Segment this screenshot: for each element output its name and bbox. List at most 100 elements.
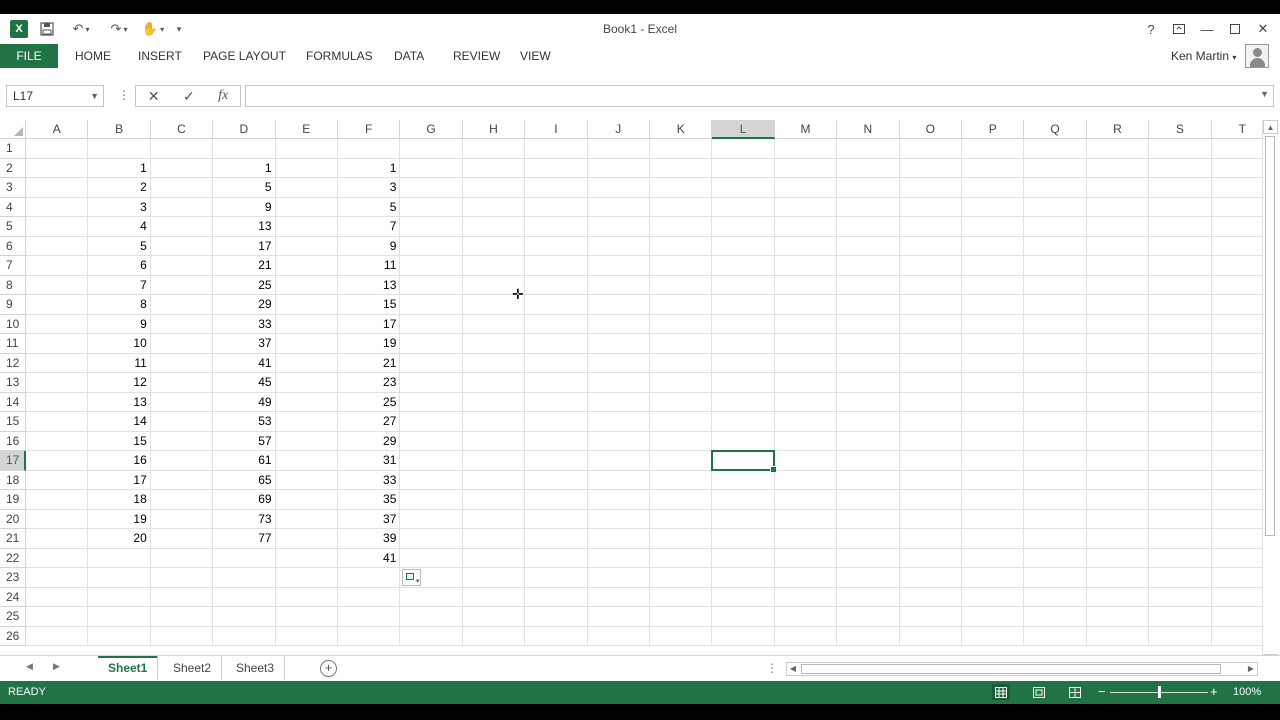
cell-j4[interactable] — [587, 197, 650, 217]
cell-m5[interactable] — [774, 217, 838, 237]
cell-n4[interactable] — [837, 197, 900, 217]
cell-f5[interactable]: 7 — [338, 217, 401, 237]
cell-g19[interactable] — [400, 490, 463, 510]
cell-n14[interactable] — [837, 392, 900, 412]
cell-n2[interactable] — [837, 158, 900, 178]
cell-t5[interactable] — [1211, 217, 1262, 237]
cell-t11[interactable] — [1211, 334, 1262, 354]
sheet-tab-sheet2[interactable]: Sheet2 — [163, 656, 223, 680]
cell-c25[interactable] — [150, 607, 214, 627]
cell-g20[interactable] — [400, 509, 463, 529]
cell-h23[interactable] — [462, 568, 526, 588]
cell-i22[interactable] — [525, 548, 588, 568]
cell-j20[interactable] — [587, 509, 650, 529]
cell-i13[interactable] — [525, 373, 588, 393]
cell-o21[interactable] — [899, 529, 962, 549]
cell-r14[interactable] — [1086, 392, 1150, 412]
row-header-18[interactable]: 18 — [0, 470, 26, 490]
cell-r25[interactable] — [1086, 607, 1150, 627]
cell-e16[interactable] — [275, 431, 338, 451]
cell-p22[interactable] — [962, 548, 1025, 568]
zoom-level[interactable]: 100% — [1233, 686, 1261, 698]
cell-g4[interactable] — [400, 197, 463, 217]
cell-q20[interactable] — [1024, 509, 1087, 529]
tab-formulas[interactable]: FORMULAS — [306, 49, 373, 63]
cell-n23[interactable] — [837, 568, 900, 588]
cell-t2[interactable] — [1211, 159, 1262, 178]
tab-data[interactable]: DATA — [394, 49, 424, 63]
cell-t7[interactable] — [1211, 256, 1262, 276]
cell-q15[interactable] — [1024, 412, 1087, 432]
cell-c16[interactable] — [150, 431, 214, 451]
cell-h10[interactable] — [462, 314, 526, 334]
cell-n9[interactable] — [837, 295, 900, 315]
cell-g11[interactable] — [400, 334, 463, 354]
cell-e19[interactable] — [275, 490, 338, 510]
cell-c13[interactable] — [150, 373, 214, 393]
close-icon[interactable]: ✕ — [1252, 20, 1274, 38]
cell-j19[interactable] — [587, 490, 650, 510]
row-header-10[interactable]: 10 — [0, 314, 26, 334]
cell-f21[interactable]: 39 — [338, 529, 401, 549]
row-header-22[interactable]: 22 — [0, 548, 26, 568]
cell-a25[interactable] — [26, 607, 89, 627]
cell-l12[interactable] — [712, 353, 775, 373]
cell-o1[interactable] — [899, 139, 962, 159]
cell-m12[interactable] — [774, 353, 838, 373]
cell-h18[interactable] — [462, 470, 526, 490]
cell-c19[interactable] — [150, 490, 214, 510]
cell-i6[interactable] — [525, 236, 588, 256]
cell-h26[interactable] — [462, 626, 526, 646]
cell-h24[interactable] — [462, 587, 526, 607]
cell-c20[interactable] — [150, 509, 214, 529]
cell-a13[interactable] — [26, 373, 89, 393]
cell-l22[interactable] — [712, 548, 775, 568]
cell-d20[interactable]: 73 — [213, 509, 276, 529]
cell-g5[interactable] — [400, 217, 463, 237]
cell-r16[interactable] — [1086, 431, 1150, 451]
scroll-left-icon[interactable]: ◀ — [787, 663, 799, 675]
cell-f24[interactable] — [338, 587, 401, 607]
cell-q2[interactable] — [1024, 158, 1087, 178]
cell-r6[interactable] — [1086, 236, 1150, 256]
cell-o5[interactable] — [899, 217, 962, 237]
cell-j5[interactable] — [587, 217, 650, 237]
cell-a4[interactable] — [26, 197, 89, 217]
cell-n6[interactable] — [837, 236, 900, 256]
cell-q24[interactable] — [1024, 587, 1087, 607]
cell-o16[interactable] — [899, 431, 962, 451]
cell-k21[interactable] — [650, 529, 713, 549]
column-header-b[interactable]: B — [88, 120, 151, 139]
cell-k9[interactable] — [650, 295, 713, 315]
column-header-j[interactable]: J — [587, 120, 650, 139]
cell-o20[interactable] — [899, 509, 962, 529]
cell-o4[interactable] — [899, 197, 962, 217]
cell-b14[interactable]: 13 — [88, 392, 151, 412]
tab-file[interactable]: FILE — [0, 44, 58, 68]
cell-o2[interactable] — [899, 158, 962, 178]
cell-s15[interactable] — [1149, 412, 1212, 432]
cell-q9[interactable] — [1024, 295, 1087, 315]
cell-d23[interactable] — [213, 568, 276, 588]
cell-r12[interactable] — [1086, 353, 1150, 373]
cell-t14[interactable] — [1211, 393, 1262, 412]
cell-l4[interactable] — [712, 197, 775, 217]
cell-o8[interactable] — [899, 275, 962, 295]
cell-k4[interactable] — [650, 197, 713, 217]
cell-j8[interactable] — [587, 275, 650, 295]
cell-q7[interactable] — [1024, 256, 1087, 276]
cell-m13[interactable] — [774, 373, 838, 393]
cell-d1[interactable] — [213, 139, 276, 159]
column-header-h[interactable]: H — [462, 120, 526, 139]
cell-s10[interactable] — [1149, 314, 1212, 334]
cell-p8[interactable] — [962, 275, 1025, 295]
cell-n16[interactable] — [837, 431, 900, 451]
cell-e15[interactable] — [275, 412, 338, 432]
cell-p4[interactable] — [962, 197, 1025, 217]
cell-m2[interactable] — [774, 158, 838, 178]
cell-e21[interactable] — [275, 529, 338, 549]
cell-m9[interactable] — [774, 295, 838, 315]
cell-j7[interactable] — [587, 256, 650, 276]
cell-h25[interactable] — [462, 607, 526, 627]
cell-t18[interactable] — [1211, 471, 1262, 490]
